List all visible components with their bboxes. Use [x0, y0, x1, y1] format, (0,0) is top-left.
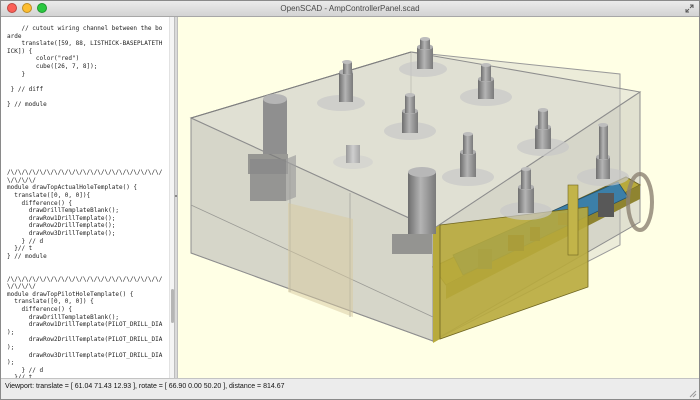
- 3d-viewport[interactable]: [178, 17, 699, 378]
- fullscreen-icon[interactable]: [685, 4, 694, 13]
- title-bar[interactable]: OpenSCAD - AmpControllerPanel.scad: [1, 1, 699, 17]
- splitter-grip-icon: [175, 195, 177, 197]
- viewport-status-text: Viewport: translate = [ 61.04 71.43 12.9…: [5, 383, 285, 390]
- model-render[interactable]: [178, 17, 699, 378]
- app-window: OpenSCAD - AmpControllerPanel.scad // cu…: [0, 0, 700, 400]
- resize-grip-icon[interactable]: [689, 390, 697, 398]
- code-editor[interactable]: // cutout wiring channel between the bo …: [1, 17, 174, 378]
- inner-panel: [288, 203, 353, 317]
- window-title: OpenSCAD - AmpControllerPanel.scad: [280, 4, 420, 13]
- status-bar: Viewport: translate = [ 61.04 71.43 12.9…: [1, 378, 699, 399]
- knob-6: [250, 155, 296, 201]
- code-text[interactable]: // cutout wiring channel between the bo …: [7, 25, 167, 378]
